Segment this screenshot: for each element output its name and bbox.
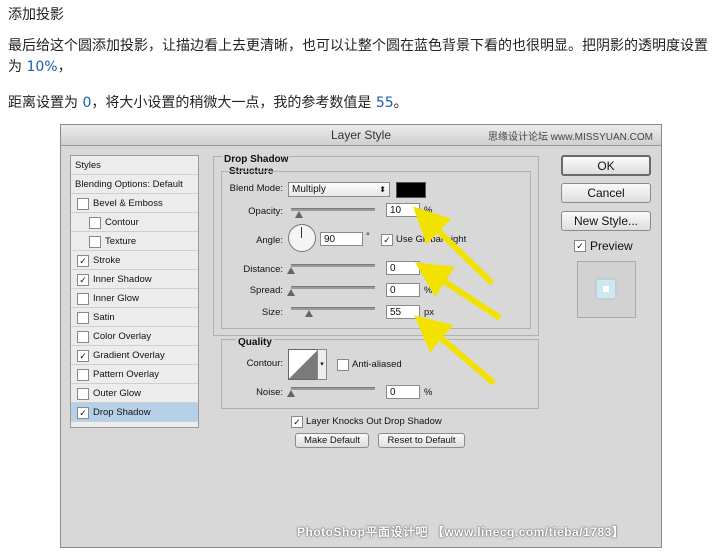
annotation-arrows bbox=[413, 206, 502, 386]
arrow-to-size bbox=[414, 315, 496, 386]
